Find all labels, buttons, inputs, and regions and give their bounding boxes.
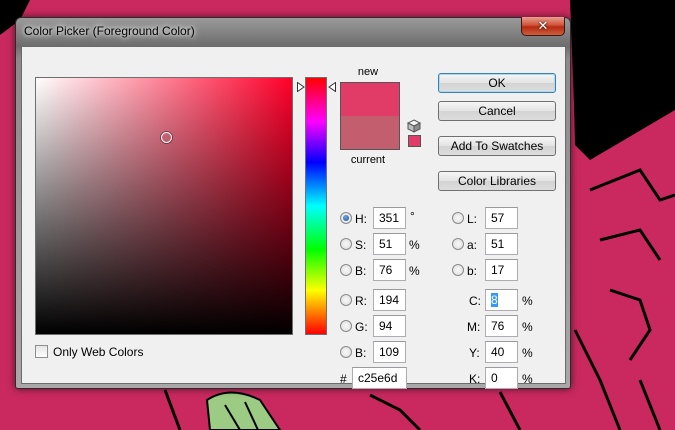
magenta-label: M:: [467, 320, 481, 334]
blue-radio[interactable]: [340, 346, 352, 358]
current-color-label: current: [350, 154, 386, 166]
brightness-radio[interactable]: [340, 264, 352, 276]
a-channel-radio[interactable]: [452, 238, 464, 250]
lightness-label: L:: [467, 212, 478, 226]
magenta-unit: %: [522, 320, 533, 334]
green-field[interactable]: 94: [373, 315, 406, 337]
saturation-label: S:: [355, 238, 367, 252]
saturation-radio[interactable]: [340, 238, 352, 250]
cyan-field[interactable]: 8: [485, 289, 518, 311]
yellow-field[interactable]: 40: [485, 341, 518, 363]
color-field[interactable]: [35, 77, 293, 335]
cyan-label: C:: [469, 294, 481, 308]
a-channel-label: a:: [467, 238, 478, 252]
window-title: Color Picker (Foreground Color): [24, 24, 195, 38]
black-unit: %: [522, 372, 533, 386]
color-libraries-button[interactable]: Color Libraries: [438, 171, 556, 191]
current-color-swatch[interactable]: [341, 116, 399, 149]
hue-slider[interactable]: [305, 77, 327, 335]
ok-button[interactable]: OK: [438, 73, 556, 93]
yellow-label: Y:: [469, 346, 480, 360]
b-channel-field[interactable]: 17: [485, 259, 518, 281]
dialog-client-area: new current OK Cancel Add To Swatches Co…: [21, 46, 566, 389]
b-channel-label: b:: [467, 264, 478, 278]
saturation-unit: %: [409, 238, 420, 252]
hex-field[interactable]: c25e6d: [352, 367, 407, 389]
only-web-colors-checkbox[interactable]: [35, 345, 48, 358]
saturation-field[interactable]: 51: [373, 233, 406, 255]
hue-unit: °: [410, 209, 415, 223]
brightness-label: B:: [355, 264, 367, 278]
slider-right-arrow-icon[interactable]: [328, 82, 336, 92]
cyan-unit: %: [522, 294, 533, 308]
black-label: K:: [469, 372, 481, 386]
close-icon: ✕: [537, 18, 549, 34]
yellow-unit: %: [522, 346, 533, 360]
new-color-swatch: [341, 83, 399, 116]
cube-icon[interactable]: [407, 119, 421, 133]
hue-label: H:: [355, 212, 367, 226]
brightness-field[interactable]: 76: [373, 259, 406, 281]
hue-field[interactable]: 351: [373, 207, 406, 229]
add-to-swatches-button[interactable]: Add To Swatches: [438, 136, 556, 156]
new-color-label: new: [357, 66, 379, 78]
magenta-field[interactable]: 76: [485, 315, 518, 337]
red-radio[interactable]: [340, 294, 352, 306]
color-picker-window: Color Picker (Foreground Color) ✕ new cu…: [15, 17, 571, 389]
a-channel-field[interactable]: 51: [485, 233, 518, 255]
green-label: G:: [355, 320, 368, 334]
lightness-field[interactable]: 57: [485, 207, 518, 229]
green-radio[interactable]: [340, 320, 352, 332]
black-field[interactable]: 0: [485, 367, 518, 389]
only-web-colors-label[interactable]: Only Web Colors: [53, 345, 143, 359]
hex-label: #: [340, 372, 347, 386]
title-bar[interactable]: Color Picker (Foreground Color) ✕: [16, 17, 570, 46]
red-field[interactable]: 194: [373, 289, 406, 311]
color-field-cursor[interactable]: [161, 132, 172, 143]
web-safe-swatch[interactable]: [408, 135, 421, 147]
blue-field[interactable]: 109: [373, 341, 406, 363]
b-channel-radio[interactable]: [452, 264, 464, 276]
color-preview: [340, 82, 400, 150]
close-button[interactable]: ✕: [521, 17, 565, 36]
red-label: R:: [355, 294, 367, 308]
cyan-value: 8: [491, 293, 498, 307]
brightness-unit: %: [409, 264, 420, 278]
hue-radio[interactable]: [340, 212, 352, 224]
blue-label: B:: [355, 346, 367, 360]
cancel-button[interactable]: Cancel: [438, 101, 556, 121]
slider-left-arrow-icon[interactable]: [297, 82, 305, 92]
lightness-radio[interactable]: [452, 212, 464, 224]
